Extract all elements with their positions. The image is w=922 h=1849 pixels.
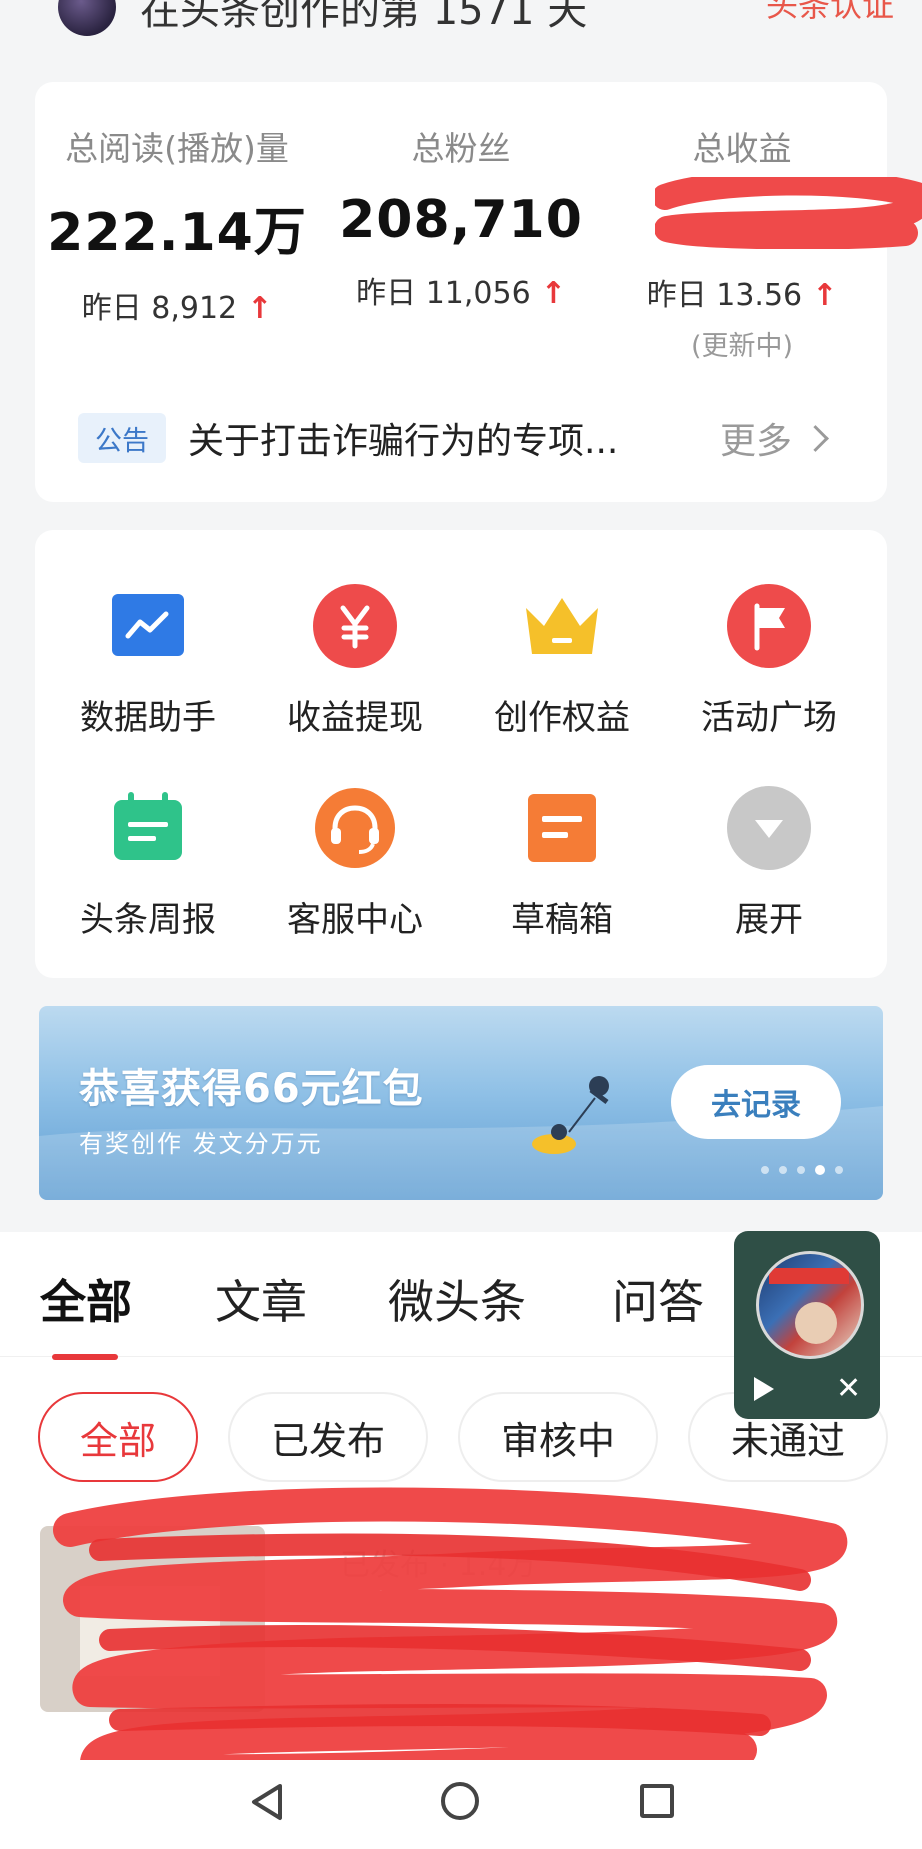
stats-card: 总阅读(播放)量 222.14万 昨日 8,912 ↑ 总粉丝 208,710 昨…	[35, 82, 922, 502]
tool-label: 收益提现	[287, 698, 423, 738]
tool-label: 草稿箱	[511, 900, 613, 940]
tab-all[interactable]: 全部	[40, 1266, 132, 1332]
stat-delta: 昨日 8,912 ↑	[81, 291, 273, 326]
thumbnail-face	[795, 1302, 837, 1344]
tool-weekly-report[interactable]: 头条周报	[48, 792, 248, 941]
tool-label: 展开	[735, 900, 803, 940]
arrow-up-icon: ↑	[812, 278, 838, 313]
tool-creator-rights[interactable]: 创作权益	[462, 590, 662, 739]
pagination-dot	[835, 1166, 843, 1174]
recent-apps-icon[interactable]	[640, 1784, 674, 1818]
headset-icon	[315, 788, 395, 868]
redaction-scribble	[53, 1487, 848, 1789]
stat-label: 总粉丝	[411, 129, 511, 168]
tool-expand[interactable]: 展开	[669, 786, 869, 941]
close-icon[interactable]: ✕	[836, 1371, 861, 1406]
floating-video-widget[interactable]: ✕	[734, 1231, 880, 1419]
tab-qa[interactable]: 问答	[612, 1266, 704, 1332]
promo-banner[interactable]: 恭喜获得66元红包 有奖创作 发文分万元 去记录	[39, 1006, 883, 1200]
pagination-dot	[797, 1166, 805, 1174]
banner-subtitle: 有奖创作 发文分万元	[79, 1130, 323, 1158]
draft-icon	[526, 792, 598, 864]
tool-drafts[interactable]: 草稿箱	[462, 792, 662, 941]
tools-card: 数据助手 收益提现 创作权益 活动广场 头条周报 客服中心 草稿箱 展开	[35, 530, 887, 978]
top-header: 在头条创作的第 1571 天 头条认证	[0, 0, 922, 70]
banner-title: 恭喜获得66元红包	[79, 1066, 424, 1112]
yuan-icon	[313, 584, 397, 668]
arrow-up-icon: ↑	[247, 291, 273, 326]
stat-value: 222.14万	[47, 203, 307, 263]
tool-customer-service[interactable]: 客服中心	[255, 788, 455, 941]
active-tab-indicator	[52, 1354, 118, 1360]
stat-total-reads[interactable]: 总阅读(播放)量 222.14万 昨日 8,912 ↑	[37, 122, 317, 327]
crown-icon	[522, 590, 602, 662]
tool-data-assistant[interactable]: 数据助手	[48, 590, 248, 739]
notice-text[interactable]: 关于打击诈骗行为的专项...	[188, 412, 678, 464]
calendar-icon	[112, 792, 184, 864]
stat-label: 总收益	[692, 129, 792, 168]
stat-delta: 昨日 13.56 ↑	[646, 278, 838, 313]
tool-income-withdraw[interactable]: 收益提现	[255, 584, 455, 739]
arrow-up-icon: ↑	[540, 276, 566, 311]
tool-label: 活动广场	[701, 698, 837, 738]
tab-articles[interactable]: 文章	[215, 1266, 307, 1332]
chevron-right-icon	[802, 424, 829, 452]
tool-activity-square[interactable]: 活动广场	[669, 584, 869, 739]
tool-label: 数据助手	[80, 698, 216, 738]
back-icon[interactable]	[248, 1782, 286, 1822]
verify-link[interactable]: 头条认证	[766, 0, 894, 26]
banner-pagination-dots	[761, 1165, 843, 1175]
more-label: 更多	[720, 421, 793, 462]
pagination-dot	[761, 1166, 769, 1174]
filter-chip-published[interactable]: 已发布	[228, 1392, 428, 1482]
thumbnail-banner	[769, 1268, 849, 1284]
expand-icon	[727, 786, 811, 870]
stat-label: 总阅读(播放)量	[65, 129, 289, 168]
play-icon[interactable]	[754, 1377, 774, 1401]
video-thumbnail[interactable]	[756, 1251, 864, 1359]
updating-note: (更新中)	[690, 331, 794, 362]
avatar[interactable]	[58, 0, 116, 36]
banner-record-button[interactable]: 去记录	[671, 1065, 841, 1139]
home-icon[interactable]	[441, 1782, 479, 1820]
creation-days-text: 在头条创作的第 1571 天	[140, 0, 588, 34]
tool-label: 头条周报	[80, 900, 216, 940]
stat-total-fans[interactable]: 总粉丝 208,710 昨日 11,056 ↑	[321, 122, 601, 312]
tool-label: 创作权益	[494, 698, 630, 738]
stat-value: 208,710	[339, 190, 583, 250]
flag-icon	[727, 584, 811, 668]
pagination-dot	[779, 1166, 787, 1174]
notice-badge: 公告	[78, 413, 166, 463]
filter-chip-all[interactable]: 全部	[38, 1392, 198, 1482]
redaction-scribble	[655, 177, 922, 249]
pagination-dot-active	[815, 1165, 825, 1175]
tool-label: 客服中心	[287, 900, 423, 940]
notice-more-button[interactable]: 更多	[720, 412, 829, 464]
data-chart-icon	[112, 590, 184, 662]
tab-micro-posts[interactable]: 微头条	[388, 1266, 526, 1332]
stat-delta: 昨日 11,056 ↑	[356, 276, 566, 311]
filter-chip-reviewing[interactable]: 审核中	[458, 1392, 658, 1482]
